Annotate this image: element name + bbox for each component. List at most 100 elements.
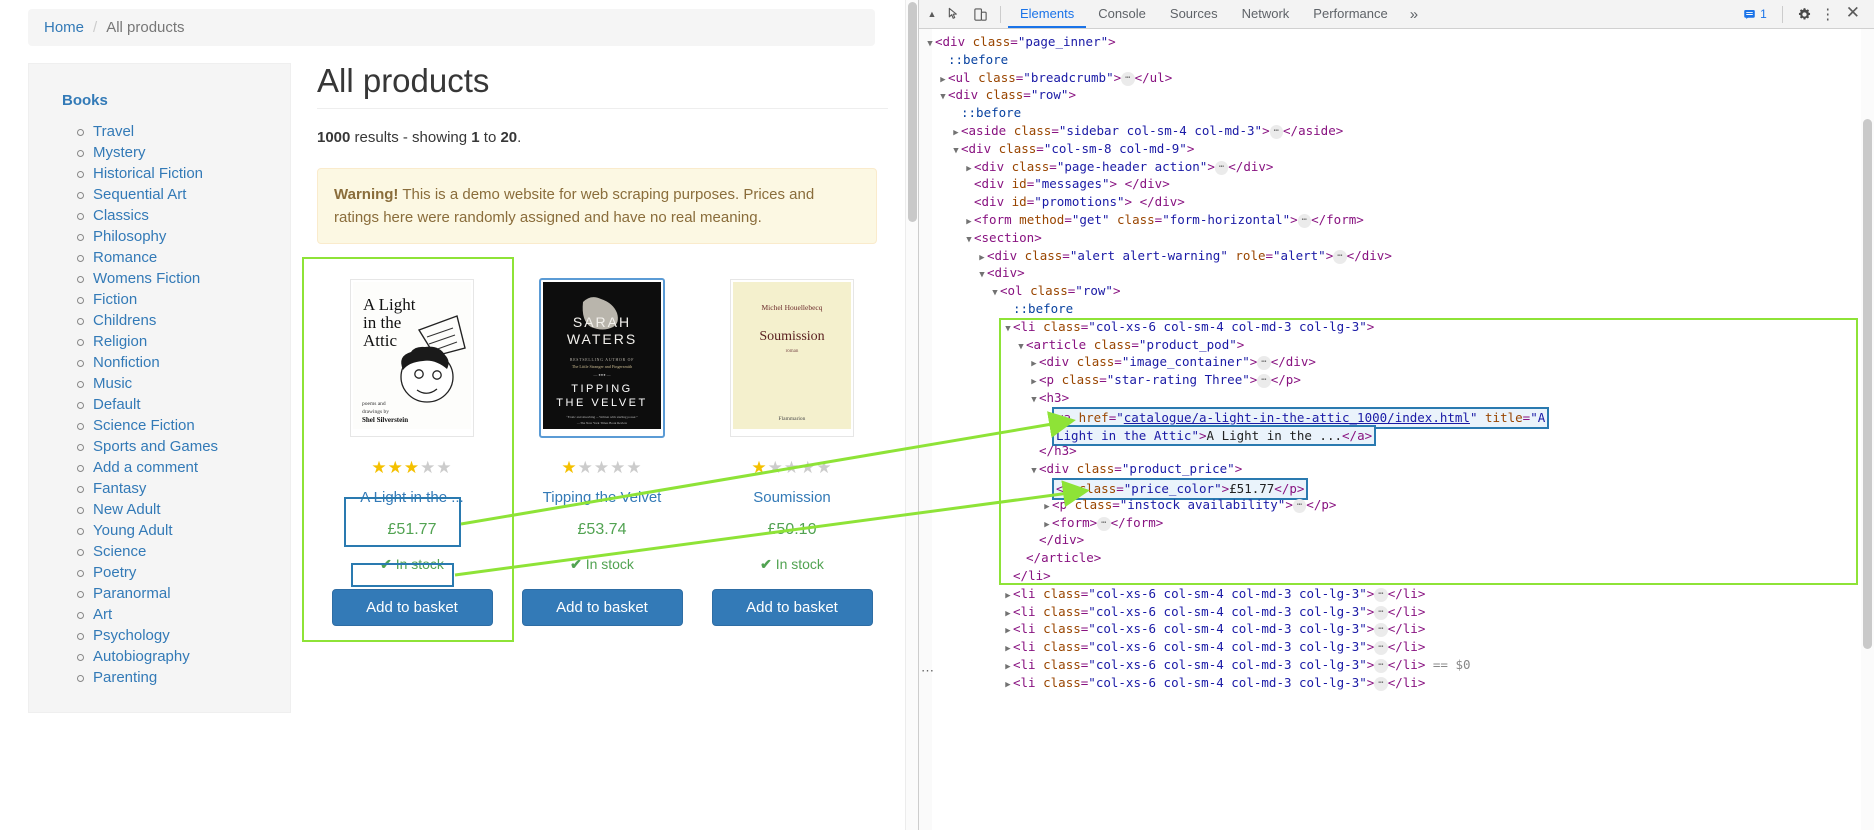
dom-tree-node[interactable]: <ol class="row"> (919, 282, 1874, 300)
product-image-link[interactable]: SARAH WATERS BESTSELLING AUTHOR OF The Litt… (539, 277, 665, 438)
sidebar-item-label[interactable]: Parenting (93, 669, 157, 686)
sidebar-item[interactable]: Parenting (77, 667, 290, 688)
dom-tree-node[interactable]: <div class="page_inner"> (919, 33, 1874, 51)
dom-tree-node[interactable]: <form>⋯</form> (919, 514, 1874, 532)
dom-tree-node[interactable]: </li> (919, 567, 1874, 585)
add-to-basket-button[interactable]: Add to basket (711, 589, 873, 627)
expand-ellipsis-icon[interactable]: ⋯ (1097, 516, 1111, 531)
expand-ellipsis-icon[interactable]: ⋯ (1121, 71, 1135, 86)
dom-tree-node[interactable]: </h3> (919, 442, 1874, 460)
sidebar-item-label[interactable]: Philosophy (93, 228, 166, 245)
sidebar-item-label[interactable]: Add a comment (93, 459, 198, 476)
dom-tree-node[interactable]: <li class="col-xs-6 col-sm-4 col-md-3 co… (919, 674, 1874, 692)
dom-tree-node[interactable]: <div class="alert alert-warning" role="a… (919, 247, 1874, 265)
sidebar-item-label[interactable]: Autobiography (93, 648, 190, 665)
dom-tree-node[interactable]: <article class="product_pod"> (919, 336, 1874, 354)
sidebar-item[interactable]: Science Fiction (77, 415, 290, 436)
dom-tree-scrollbar[interactable] (1861, 29, 1874, 830)
dom-tree-node[interactable]: <section> (919, 229, 1874, 247)
dom-tree-node[interactable]: <p class="instock availability">⋯</p> (919, 496, 1874, 514)
expand-ellipsis-icon[interactable]: ⋯ (1374, 658, 1388, 673)
sidebar-item-label[interactable]: Fantasy (93, 480, 146, 497)
expand-ellipsis-icon[interactable]: ⋯ (1333, 249, 1347, 264)
expand-ellipsis-icon[interactable]: ⋯ (1257, 374, 1271, 389)
page-scroll-thumb[interactable] (908, 2, 917, 222)
sidebar-item-label[interactable]: Fiction (93, 291, 137, 308)
toggle-device-toolbar-icon[interactable] (967, 2, 993, 26)
sidebar-item[interactable]: Science (77, 541, 290, 562)
sidebar-item-label[interactable]: Historical Fiction (93, 165, 203, 182)
expand-ellipsis-icon[interactable]: ⋯ (1374, 623, 1388, 638)
sidebar-item-label[interactable]: Psychology (93, 627, 170, 644)
breadcrumb-home[interactable]: Home (44, 19, 84, 36)
sidebar-item[interactable]: Philosophy (77, 226, 290, 247)
sidebar-item[interactable]: Poetry (77, 562, 290, 583)
sidebar-item-label[interactable]: Science Fiction (93, 417, 195, 434)
sidebar-item-label[interactable]: New Adult (93, 501, 161, 518)
expand-triangle-icon[interactable] (1003, 677, 1013, 695)
sidebar-item-label[interactable]: Paranormal (93, 585, 171, 602)
sidebar-item[interactable]: Young Adult (77, 520, 290, 541)
product-image-container[interactable]: SARAH WATERS BESTSELLING AUTHOR OF The Litt… (515, 270, 689, 445)
dom-tree-node[interactable]: <ul class="breadcrumb">⋯</ul> (919, 69, 1874, 87)
dom-tree-node[interactable]: </article> (919, 549, 1874, 567)
sidebar-item[interactable]: Mystery (77, 142, 290, 163)
expand-ellipsis-icon[interactable]: ⋯ (1374, 641, 1388, 656)
product-image-link[interactable]: Michel Houellebecq Soumission roman Flammar… (730, 278, 854, 437)
expand-more-button[interactable]: ⋯ (921, 663, 935, 679)
sidebar-item-label[interactable]: Travel (93, 123, 134, 140)
sidebar-item[interactable]: New Adult (77, 499, 290, 520)
expand-ellipsis-icon[interactable]: ⋯ (1374, 605, 1388, 620)
dom-tree-node[interactable]: <div class="product_price"> (919, 460, 1874, 478)
scroll-up-icon[interactable]: ▲ (923, 2, 941, 26)
sidebar-item[interactable]: Sports and Games (77, 436, 290, 457)
product-title-link[interactable]: Soumission (753, 489, 831, 506)
product-image-container[interactable]: Michel Houellebecq Soumission roman Flammar… (705, 270, 879, 445)
sidebar-item-label[interactable]: Childrens (93, 312, 156, 329)
expand-ellipsis-icon[interactable]: ⋯ (1257, 356, 1271, 371)
issues-badge[interactable]: 1 (1737, 7, 1773, 21)
devtools-tab-network[interactable]: Network (1230, 0, 1302, 28)
dom-tree-node[interactable]: <li class="col-xs-6 col-sm-4 col-md-3 co… (919, 656, 1874, 674)
dom-tree-node[interactable]: Light in the Attic">A Light in the ...</… (919, 424, 1874, 447)
sidebar-item-label[interactable]: Poetry (93, 564, 136, 581)
sidebar-item[interactable]: Paranormal (77, 583, 290, 604)
sidebar-item[interactable]: Classics (77, 205, 290, 226)
product-image-container[interactable]: A Light in the Attic poems and drawings by Sh… (325, 270, 499, 445)
dom-tree-node[interactable]: <div class="col-sm-8 col-md-9"> (919, 140, 1874, 158)
sidebar-item[interactable]: Romance (77, 247, 290, 268)
sidebar-item-label[interactable]: Religion (93, 333, 147, 350)
dom-tree-node[interactable]: <li class="col-xs-6 col-sm-4 col-md-3 co… (919, 318, 1874, 336)
dom-tree-node[interactable]: <li class="col-xs-6 col-sm-4 col-md-3 co… (919, 603, 1874, 621)
sidebar-item-label[interactable]: Nonfiction (93, 354, 160, 371)
dom-tree-node[interactable]: <li class="col-xs-6 col-sm-4 col-md-3 co… (919, 620, 1874, 638)
dom-tree-node[interactable]: </div> (919, 531, 1874, 549)
dom-tree-node[interactable]: <div class="page-header action">⋯</div> (919, 158, 1874, 176)
sidebar-item[interactable]: Psychology (77, 625, 290, 646)
dom-tree-node[interactable]: ::before (919, 104, 1874, 122)
dom-tree-node[interactable]: <p class="price_color">£51.77</p> (919, 477, 1874, 500)
devtools-tab-elements[interactable]: Elements (1008, 0, 1087, 28)
sidebar-item[interactable]: Fantasy (77, 478, 290, 499)
dom-tree-node[interactable]: <div id="messages"> </div> (919, 175, 1874, 193)
expand-ellipsis-icon[interactable]: ⋯ (1214, 160, 1229, 175)
dom-tree-node[interactable]: <p class="star-rating Three">⋯</p> (919, 371, 1874, 389)
product-image-link[interactable]: A Light in the Attic poems and drawings by Sh… (350, 278, 474, 437)
more-tabs-icon[interactable]: » (1400, 6, 1428, 23)
dom-tree-node[interactable]: <div class="row"> (919, 86, 1874, 104)
add-to-basket-button[interactable]: Add to basket (331, 589, 493, 627)
sidebar-item[interactable]: Childrens (77, 310, 290, 331)
expand-ellipsis-icon[interactable]: ⋯ (1269, 124, 1284, 139)
sidebar-item-label[interactable]: Romance (93, 249, 157, 266)
sidebar-item[interactable]: Womens Fiction (77, 268, 290, 289)
devtools-tab-console[interactable]: Console (1086, 0, 1158, 28)
sidebar-item-label[interactable]: Music (93, 375, 132, 392)
sidebar-item-label[interactable]: Young Adult (93, 522, 173, 539)
sidebar-item-label[interactable]: Default (93, 396, 141, 413)
settings-gear-icon[interactable] (1792, 2, 1818, 26)
sidebar-item-label[interactable]: Mystery (93, 144, 146, 161)
sidebar-item-label[interactable]: Womens Fiction (93, 270, 200, 287)
expand-ellipsis-icon[interactable]: ⋯ (1297, 213, 1312, 228)
breadcrumb-home-link[interactable]: Home (44, 19, 84, 36)
sidebar-item[interactable]: Default (77, 394, 290, 415)
